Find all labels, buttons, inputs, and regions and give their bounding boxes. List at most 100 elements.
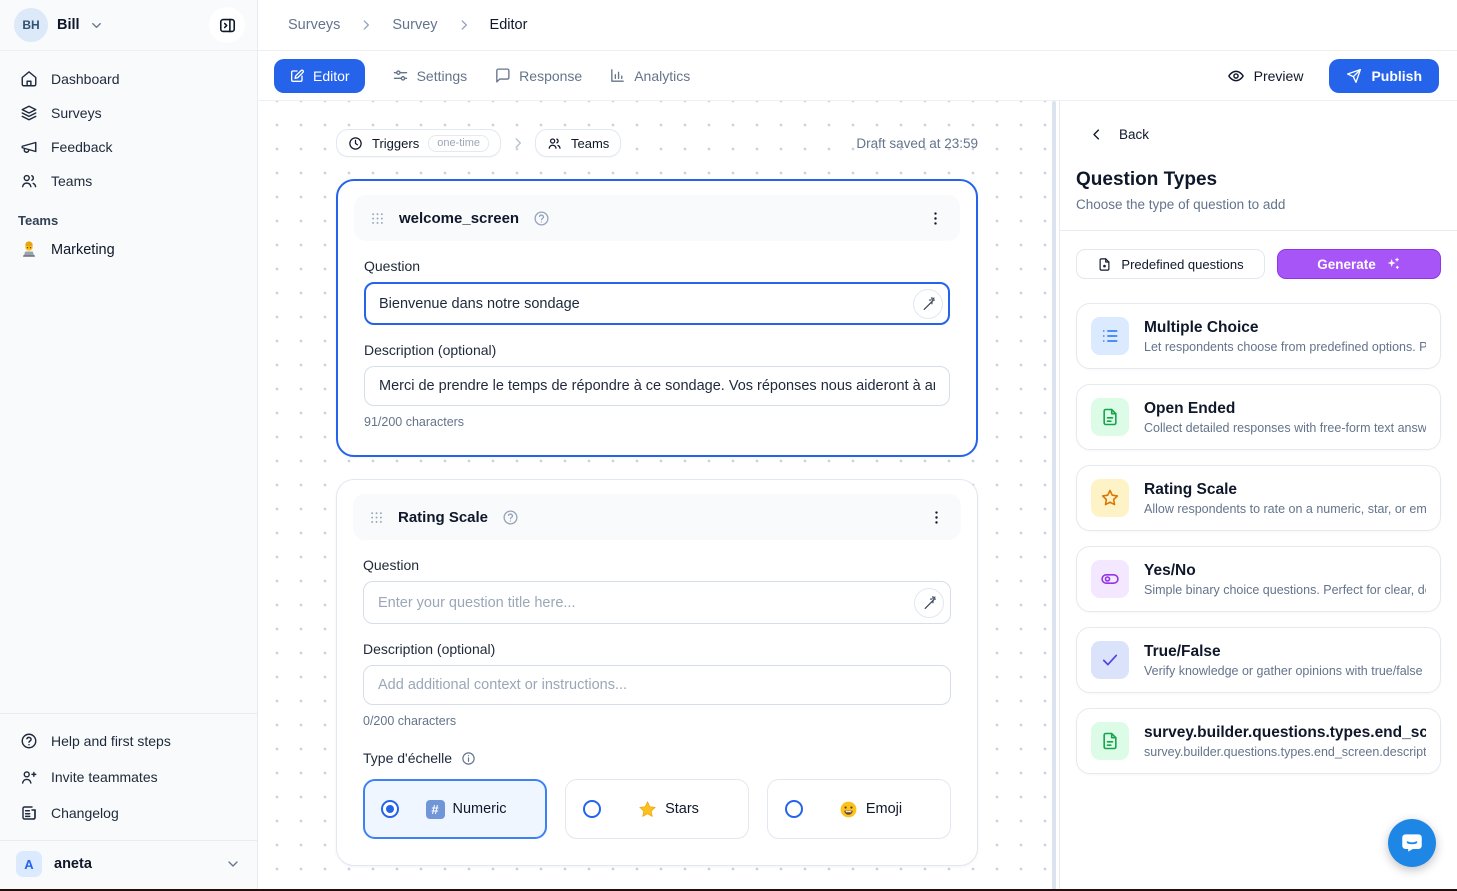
question-description-input[interactable]	[364, 366, 950, 406]
kebab-menu-icon[interactable]	[928, 509, 945, 526]
chevron-right-icon	[359, 18, 373, 32]
panel-subtitle: Choose the type of question to add	[1076, 197, 1441, 212]
generate-button[interactable]: Generate	[1277, 249, 1441, 279]
sidebar-item-label: Invite teammates	[51, 769, 158, 785]
chevron-down-icon	[89, 18, 104, 33]
toggle-icon	[1091, 560, 1129, 598]
tab-editor[interactable]: Editor	[274, 59, 365, 93]
clock-icon	[348, 136, 363, 151]
sparkles-icon	[1385, 256, 1401, 272]
type-title: Open Ended	[1144, 400, 1426, 418]
type-title: survey.builder.questions.types.end_scr..…	[1144, 724, 1426, 742]
sidebar-item-label: Teams	[51, 173, 92, 189]
question-card-header[interactable]: Rating Scale	[353, 494, 961, 540]
message-square-icon	[494, 67, 511, 84]
sidebar-item-help[interactable]: Help and first steps	[8, 723, 249, 759]
file-text-icon	[1091, 722, 1129, 760]
question-type-open-ended[interactable]: Open Ended Collect detailed responses wi…	[1076, 384, 1441, 450]
drag-handle-icon[interactable]	[370, 211, 385, 226]
sidebar-item-invite[interactable]: Invite teammates	[8, 759, 249, 795]
type-title: Rating Scale	[1144, 481, 1426, 499]
radio-unchecked[interactable]	[583, 800, 601, 818]
sidebar-item-surveys[interactable]: Surveys	[8, 96, 249, 130]
workspace-switcher[interactable]: BH Bill	[0, 0, 257, 51]
tab-label: Editor	[313, 68, 350, 84]
breadcrumb-survey[interactable]: Survey	[392, 17, 437, 33]
sidebar-item-teams[interactable]: Teams	[8, 164, 249, 198]
type-title: True/False	[1144, 643, 1426, 661]
question-description-input[interactable]	[363, 665, 951, 705]
sidebar-item-dashboard[interactable]: Dashboard	[8, 62, 249, 96]
chevron-right-icon	[511, 136, 525, 150]
tab-label: Analytics	[634, 68, 690, 84]
question-title-input[interactable]	[363, 581, 951, 624]
question-title-input[interactable]	[364, 282, 950, 325]
panel-collapse-icon	[218, 16, 237, 35]
teams-chip[interactable]: Teams	[535, 129, 621, 157]
type-description: Collect detailed responses with free-for…	[1144, 421, 1426, 435]
info-icon[interactable]	[461, 751, 476, 766]
magic-wand-button[interactable]	[913, 289, 943, 319]
question-card-header[interactable]: welcome_screen	[354, 195, 960, 241]
main-area: Surveys Survey Editor Editor Setting	[258, 0, 1457, 891]
type-description: survey.builder.questions.types.end_scree…	[1144, 745, 1426, 759]
chat-widget-button[interactable]	[1388, 819, 1436, 867]
predefined-questions-button[interactable]: Predefined questions	[1076, 249, 1265, 279]
type-title: Multiple Choice	[1144, 319, 1426, 337]
bar-chart-icon	[609, 67, 626, 84]
tab-settings[interactable]: Settings	[392, 67, 468, 84]
drag-handle-icon[interactable]	[369, 510, 384, 525]
type-description: Let respondents choose from predefined o…	[1144, 340, 1426, 354]
scale-option-emoji[interactable]: Emoji	[767, 779, 951, 839]
radio-unchecked[interactable]	[785, 800, 803, 818]
users-icon	[547, 136, 562, 151]
survey-settings-chips: Triggers one-time Teams Draft saved at 2…	[336, 129, 978, 157]
radio-checked[interactable]	[381, 800, 399, 818]
question-type-rating-scale[interactable]: Rating Scale Allow respondents to rate o…	[1076, 465, 1441, 531]
sidebar-item-label: Changelog	[51, 805, 119, 821]
users-icon	[20, 172, 38, 190]
question-card-rating-scale[interactable]: Rating Scale Question	[336, 479, 978, 866]
help-circle-icon[interactable]	[502, 509, 519, 526]
question-type-end-screen[interactable]: survey.builder.questions.types.end_scr..…	[1076, 708, 1441, 774]
question-type-true-false[interactable]: True/False Verify knowledge or gather op…	[1076, 627, 1441, 693]
preview-button[interactable]: Preview	[1227, 67, 1304, 85]
tab-response[interactable]: Response	[494, 67, 582, 84]
question-card-title: Rating Scale	[398, 509, 488, 526]
question-card-welcome-screen[interactable]: welcome_screen Question	[336, 179, 978, 457]
publish-button[interactable]: Publish	[1329, 59, 1439, 93]
type-title: Yes/No	[1144, 562, 1426, 580]
scale-type-options: # Numeric Stars	[363, 779, 951, 839]
tab-analytics[interactable]: Analytics	[609, 67, 690, 84]
sidebar-item-feedback[interactable]: Feedback	[8, 130, 249, 164]
char-count: 91/200 characters	[364, 415, 950, 429]
scale-option-stars[interactable]: Stars	[565, 779, 749, 839]
breadcrumb: Surveys Survey Editor	[258, 0, 1457, 51]
scale-type-label: Type d'échelle	[363, 750, 452, 766]
question-type-multiple-choice[interactable]: Multiple Choice Let respondents choose f…	[1076, 303, 1441, 369]
send-icon	[1346, 68, 1362, 84]
one-time-badge: one-time	[428, 135, 489, 152]
sidebar-item-changelog[interactable]: Changelog	[8, 795, 249, 831]
magic-wand-button[interactable]	[914, 588, 944, 618]
back-button[interactable]: Back	[1076, 127, 1441, 142]
chat-bubble-icon	[1399, 830, 1425, 856]
org-switcher[interactable]: A aneta	[0, 840, 257, 891]
option-label: Stars	[665, 801, 699, 817]
help-circle-icon[interactable]	[533, 210, 550, 227]
collapse-sidebar-button[interactable]	[209, 7, 245, 43]
predefined-label: Predefined questions	[1121, 257, 1243, 272]
kebab-menu-icon[interactable]	[927, 210, 944, 227]
tab-label: Response	[519, 68, 582, 84]
editor-toolbar: Editor Settings Response Analytics	[258, 51, 1457, 101]
sidebar-item-marketing[interactable]: Marketing	[8, 233, 249, 267]
chevron-down-icon	[225, 856, 241, 872]
question-type-yes-no[interactable]: Yes/No Simple binary choice questions. P…	[1076, 546, 1441, 612]
panel-title: Question Types	[1076, 169, 1441, 191]
canvas-scrollbar[interactable]	[1052, 101, 1056, 891]
scale-option-numeric[interactable]: # Numeric	[363, 779, 547, 839]
question-label: Question	[364, 258, 950, 274]
sidebar-item-label: Dashboard	[51, 71, 120, 87]
triggers-chip[interactable]: Triggers one-time	[336, 129, 501, 157]
breadcrumb-surveys[interactable]: Surveys	[288, 17, 340, 33]
